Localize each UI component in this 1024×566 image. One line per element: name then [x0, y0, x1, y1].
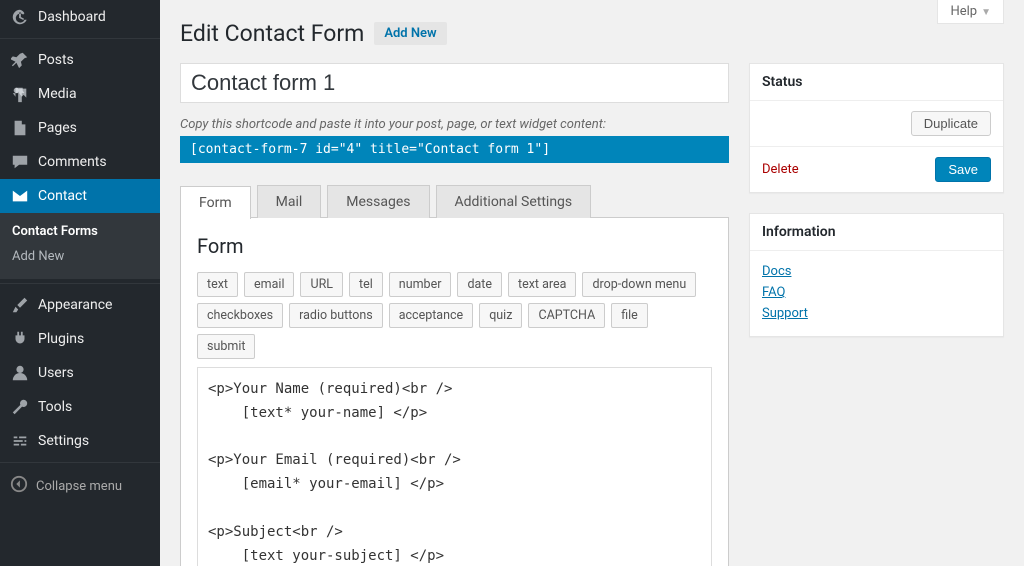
page-heading-row: Edit Contact Form Add New [180, 20, 1004, 47]
sidebar-item-users[interactable]: Users [0, 356, 160, 390]
add-new-button[interactable]: Add New [374, 22, 446, 45]
tag-button-submit[interactable]: submit [197, 334, 255, 359]
tag-button-file[interactable]: file [611, 303, 648, 328]
user-icon [10, 364, 30, 382]
tag-button-radio[interactable]: radio buttons [289, 303, 383, 328]
status-postbox: Status Duplicate Delete Save [749, 63, 1004, 193]
sidebar-item-label: Appearance [38, 297, 112, 313]
sidebar-item-settings[interactable]: Settings [0, 424, 160, 458]
sliders-icon [10, 432, 30, 450]
sidebar-subitem-add-new[interactable]: Add New [0, 244, 160, 269]
collapse-icon [10, 475, 28, 497]
editor-tabs: Form Mail Messages Additional Settings [180, 185, 729, 218]
tag-button-url[interactable]: URL [300, 272, 343, 297]
tag-button-quiz[interactable]: quiz [479, 303, 522, 328]
help-tab[interactable]: Help ▼ [937, 0, 1004, 24]
sidebar-item-tools[interactable]: Tools [0, 390, 160, 424]
sidebar-item-label: Media [38, 86, 77, 102]
tab-mail[interactable]: Mail [257, 185, 322, 218]
sidebar-item-label: Comments [38, 154, 107, 170]
sidebar-item-label: Posts [38, 52, 74, 68]
tag-generator-row: text email URL tel number date text area… [197, 272, 712, 359]
status-heading: Status [750, 64, 1003, 101]
sidebar-item-appearance[interactable]: Appearance [0, 288, 160, 322]
sidebar-item-dashboard[interactable]: Dashboard [0, 0, 160, 34]
sidebar-item-label: Pages [38, 120, 77, 136]
tag-button-checkboxes[interactable]: checkboxes [197, 303, 283, 328]
sidebar-item-contact[interactable]: Contact [0, 179, 160, 213]
sidebar-item-label: Dashboard [38, 9, 106, 25]
information-heading: Information [750, 214, 1003, 251]
tag-button-tel[interactable]: tel [349, 272, 383, 297]
form-panel: Form text email URL tel number date text… [180, 217, 729, 566]
admin-sidebar: Dashboard Posts Media Pages Comments Con… [0, 0, 160, 566]
panel-heading: Form [197, 234, 712, 258]
page-title: Edit Contact Form [180, 20, 364, 47]
sidebar-item-posts[interactable]: Posts [0, 43, 160, 77]
info-link-faq[interactable]: FAQ [762, 282, 991, 303]
duplicate-button[interactable]: Duplicate [911, 111, 991, 136]
sidebar-item-label: Tools [38, 399, 72, 415]
media-icon [10, 85, 30, 103]
sidebar-item-label: Plugins [38, 331, 84, 347]
sidebar-item-media[interactable]: Media [0, 77, 160, 111]
sidebar-item-label: Settings [38, 433, 89, 449]
form-title-input[interactable] [180, 63, 729, 103]
help-label: Help [950, 4, 977, 19]
plug-icon [10, 330, 30, 348]
information-postbox: Information Docs FAQ Support [749, 213, 1004, 337]
info-link-support[interactable]: Support [762, 303, 991, 324]
sidebar-item-label: Contact [38, 188, 87, 204]
page-icon [10, 119, 30, 137]
sidebar-item-comments[interactable]: Comments [0, 145, 160, 179]
side-column: Status Duplicate Delete Save Information… [749, 63, 1004, 357]
tag-button-captcha[interactable]: CAPTCHA [528, 303, 605, 328]
tag-button-number[interactable]: number [389, 272, 452, 297]
info-link-docs[interactable]: Docs [762, 261, 991, 282]
sidebar-item-pages[interactable]: Pages [0, 111, 160, 145]
delete-link[interactable]: Delete [762, 162, 799, 177]
tag-button-date[interactable]: date [457, 272, 502, 297]
tag-button-text[interactable]: text [197, 272, 238, 297]
shortcode-display[interactable]: [contact-form-7 id="4" title="Contact fo… [180, 136, 729, 163]
tab-messages[interactable]: Messages [327, 185, 429, 218]
tag-button-textarea[interactable]: text area [508, 272, 576, 297]
tag-button-acceptance[interactable]: acceptance [389, 303, 474, 328]
envelope-icon [10, 187, 30, 205]
shortcode-hint: Copy this shortcode and paste it into yo… [180, 117, 729, 132]
sidebar-item-label: Users [38, 365, 74, 381]
sidebar-collapse-label: Collapse menu [36, 479, 122, 494]
tag-button-dropdown[interactable]: drop-down menu [582, 272, 696, 297]
tab-additional-settings[interactable]: Additional Settings [436, 185, 592, 218]
wrench-icon [10, 398, 30, 416]
sidebar-item-plugins[interactable]: Plugins [0, 322, 160, 356]
comment-icon [10, 153, 30, 171]
save-button[interactable]: Save [935, 157, 991, 182]
tab-form[interactable]: Form [180, 186, 251, 219]
sidebar-subitem-contact-forms[interactable]: Contact Forms [0, 219, 160, 244]
brush-icon [10, 296, 30, 314]
sidebar-collapse-button[interactable]: Collapse menu [0, 467, 160, 505]
tag-button-email[interactable]: email [244, 272, 294, 297]
main-column: Copy this shortcode and paste it into yo… [180, 63, 729, 566]
dashboard-icon [10, 8, 30, 26]
form-template-textarea[interactable] [197, 367, 712, 566]
chevron-down-icon: ▼ [981, 7, 991, 18]
sidebar-submenu-contact: Contact Forms Add New [0, 213, 160, 279]
main-content: Help ▼ Edit Contact Form Add New Copy thi… [160, 0, 1024, 566]
pin-icon [10, 51, 30, 69]
